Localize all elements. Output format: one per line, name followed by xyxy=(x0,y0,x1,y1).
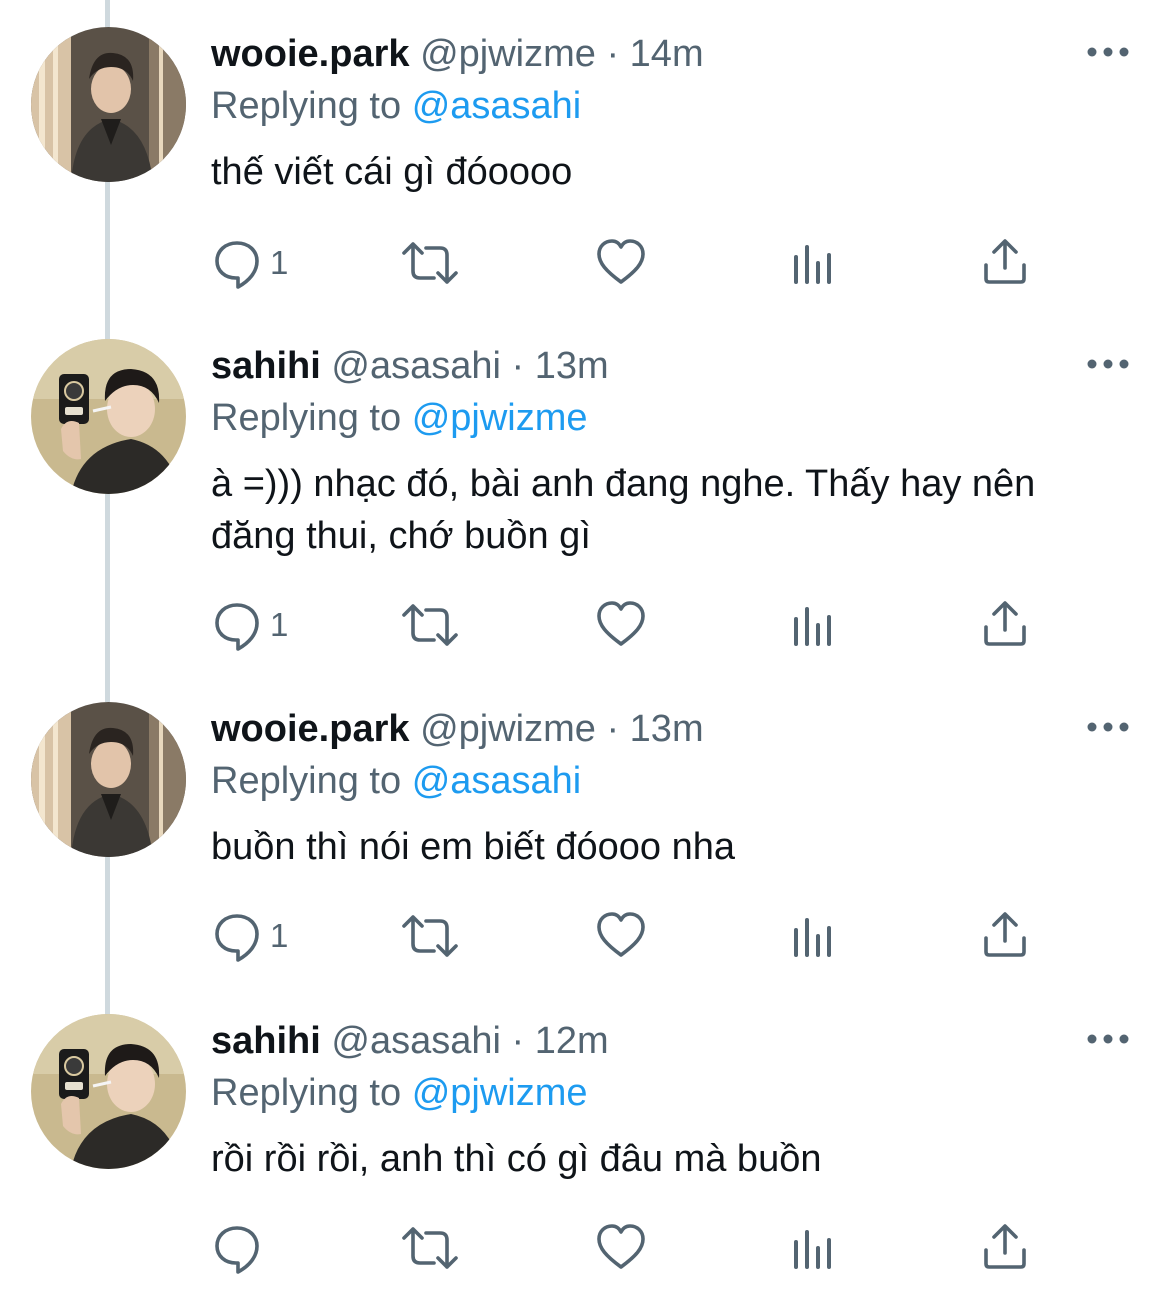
display-name[interactable]: wooie.park xyxy=(211,708,410,750)
separator: · xyxy=(606,708,620,750)
avatar[interactable] xyxy=(31,702,186,857)
timestamp[interactable]: 14m xyxy=(630,33,704,75)
action-bar: 1 xyxy=(0,908,1170,968)
display-name[interactable]: sahihi xyxy=(211,345,321,387)
separator: · xyxy=(511,345,525,387)
more-icon[interactable] xyxy=(1086,354,1130,374)
replying-to: Replying to @pjwizme xyxy=(211,392,588,444)
retweet-icon xyxy=(402,915,458,957)
handle[interactable]: @pjwizme xyxy=(420,708,596,750)
tweet-text: thế viết cái gì đóoooo xyxy=(211,151,573,193)
reply-button[interactable] xyxy=(212,1220,312,1280)
share-button[interactable] xyxy=(982,908,1028,968)
views-button[interactable] xyxy=(792,597,836,657)
more-icon[interactable] xyxy=(1086,717,1130,737)
tweet-text: buồn thì nói em biết đóooo nha xyxy=(211,826,735,868)
replying-to: Replying to @asasahi xyxy=(211,755,581,807)
display-name[interactable]: sahihi xyxy=(211,1020,321,1062)
retweet-button[interactable] xyxy=(400,908,460,968)
analytics-icon xyxy=(794,918,831,957)
mention-link[interactable]: @pjwizme xyxy=(412,1072,588,1114)
like-button[interactable] xyxy=(596,235,646,295)
action-bar: 1 xyxy=(0,235,1170,295)
handle[interactable]: @pjwizme xyxy=(420,33,596,75)
sahihi-avatar-image xyxy=(31,339,186,494)
like-button[interactable] xyxy=(596,597,646,657)
tweet-header: sahihi @asasahi · 13m xyxy=(211,340,609,392)
mention-link[interactable]: @asasahi xyxy=(412,760,582,802)
views-button[interactable] xyxy=(792,908,836,968)
retweet-button[interactable] xyxy=(400,235,460,295)
reply-icon xyxy=(215,603,259,651)
separator: · xyxy=(606,33,620,75)
more-icon[interactable] xyxy=(1086,42,1130,62)
views-button[interactable] xyxy=(792,235,836,295)
analytics-icon xyxy=(794,607,831,646)
replying-label: Replying to xyxy=(211,760,402,802)
retweet-button[interactable] xyxy=(400,1220,460,1280)
mention-link[interactable]: @pjwizme xyxy=(412,397,588,439)
avatar[interactable] xyxy=(31,339,186,494)
retweet-icon xyxy=(402,242,458,284)
sahihi-avatar-image xyxy=(31,1014,186,1169)
tweet-header: wooie.park @pjwizme · 14m xyxy=(211,28,704,80)
share-icon xyxy=(984,601,1026,646)
mention-link[interactable]: @asasahi xyxy=(412,85,582,127)
like-button[interactable] xyxy=(596,908,646,968)
replying-label: Replying to xyxy=(211,1072,402,1114)
heart-icon xyxy=(597,239,645,284)
analytics-icon xyxy=(794,245,831,284)
timestamp[interactable]: 12m xyxy=(535,1020,609,1062)
timestamp[interactable]: 13m xyxy=(535,345,609,387)
replying-label: Replying to xyxy=(211,85,402,127)
avatar[interactable] xyxy=(31,1014,186,1169)
heart-icon xyxy=(597,912,645,957)
handle[interactable]: @asasahi xyxy=(331,345,501,387)
retweet-icon xyxy=(402,604,458,646)
retweet-button[interactable] xyxy=(400,597,460,657)
wooie-park-avatar-image xyxy=(31,27,186,182)
tweet-header: sahihi @asasahi · 12m xyxy=(211,1015,609,1067)
tweet-header: wooie.park @pjwizme · 13m xyxy=(211,703,704,755)
heart-icon xyxy=(597,1224,645,1269)
thread-line xyxy=(105,0,110,28)
timestamp[interactable]: 13m xyxy=(630,708,704,750)
reply-button[interactable]: 1 xyxy=(212,597,312,657)
share-button[interactable] xyxy=(982,235,1028,295)
reply-icon xyxy=(215,241,259,289)
reply-icon xyxy=(215,914,259,962)
share-button[interactable] xyxy=(982,1220,1028,1280)
reply-count: 1 xyxy=(270,244,289,281)
heart-icon xyxy=(597,601,645,646)
share-icon xyxy=(984,239,1026,284)
tweet-text: rồi rồi rồi, anh thì có gì đâu mà buồn xyxy=(211,1138,822,1180)
replying-to: Replying to @pjwizme xyxy=(211,1067,588,1119)
like-button[interactable] xyxy=(596,1220,646,1280)
share-icon xyxy=(984,1224,1026,1269)
replying-to: Replying to @asasahi xyxy=(211,80,581,132)
handle[interactable]: @asasahi xyxy=(331,1020,501,1062)
reply-count: 1 xyxy=(270,917,289,954)
reply-button[interactable]: 1 xyxy=(212,908,312,968)
action-bar xyxy=(0,1220,1170,1280)
separator: · xyxy=(511,1020,525,1062)
replying-label: Replying to xyxy=(211,397,402,439)
retweet-icon xyxy=(402,1227,458,1269)
more-icon[interactable] xyxy=(1086,1029,1130,1049)
reply-icon xyxy=(215,1226,259,1274)
action-bar: 1 xyxy=(0,597,1170,657)
reply-count: 1 xyxy=(270,606,289,643)
analytics-icon xyxy=(794,1230,831,1269)
avatar[interactable] xyxy=(31,27,186,182)
wooie-park-avatar-image xyxy=(31,702,186,857)
share-icon xyxy=(984,912,1026,957)
share-button[interactable] xyxy=(982,597,1028,657)
tweet-text: à =))) nhạc đó, bài anh đang nghe. Thấy … xyxy=(211,463,1036,557)
views-button[interactable] xyxy=(792,1220,836,1280)
reply-button[interactable]: 1 xyxy=(212,235,312,295)
display-name[interactable]: wooie.park xyxy=(211,33,410,75)
